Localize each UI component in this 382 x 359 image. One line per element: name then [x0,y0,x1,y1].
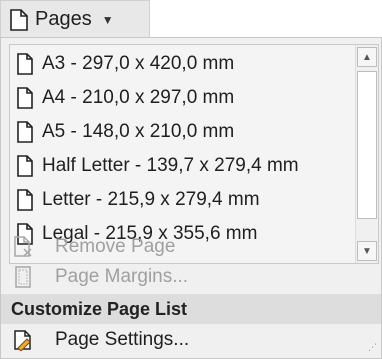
page-settings-label: Page Settings... [55,329,190,350]
page-size-label: A3 - 297,0 x 420,0 mm [42,53,235,74]
scroll-up-arrow-icon[interactable]: ▲ [357,47,377,67]
scroll-down-arrow-icon[interactable]: ▼ [357,241,377,261]
page-size-item-half-letter[interactable]: Half Letter - 139,7 x 279,4 mm [12,151,352,181]
page-icon [17,189,33,211]
page-icon [10,8,28,31]
page-icon [17,155,33,177]
page-size-label: A5 - 148,0 x 210,0 mm [42,121,235,142]
page-margins-label: Page Margins... [55,266,189,287]
page-settings-menu-item[interactable]: Page Settings... [9,325,189,355]
pages-dropdown-root: Pages ▼ A3 - 297,0 x 420,0 mm A4 - 210,0… [0,0,382,359]
page-icon [17,121,33,143]
page-list-scrollbar[interactable]: ▲ ▼ [355,45,378,263]
page-size-label: A4 - 210,0 x 297,0 mm [42,87,235,108]
remove-page-icon [14,236,32,257]
page-size-item-a3[interactable]: A3 - 297,0 x 420,0 mm [12,49,352,79]
customize-page-list-header: Customize Page List [1,294,381,324]
chevron-down-icon: ▼ [101,12,114,27]
page-size-item-a5[interactable]: A5 - 148,0 x 210,0 mm [12,117,352,147]
page-margins-menu-item[interactable]: Page Margins... [9,262,188,292]
page-size-label: Half Letter - 139,7 x 279,4 mm [42,155,299,176]
page-icon [17,53,33,75]
resize-grip-icon[interactable]: ⋰ [368,343,378,355]
scroll-thumb[interactable] [357,71,377,219]
page-size-item-letter[interactable]: Letter - 215,9 x 279,4 mm [12,185,352,215]
pages-button-label: Pages [35,8,92,30]
page-icon [17,87,33,109]
page-margins-icon [15,266,31,288]
page-size-item-a4[interactable]: A4 - 210,0 x 297,0 mm [12,83,352,113]
pages-button[interactable]: Pages ▼ [0,0,150,38]
remove-page-menu-item[interactable]: Remove Page [9,232,175,262]
page-settings-icon [14,330,31,351]
remove-page-label: Remove Page [55,236,176,257]
pages-dropdown-panel: A3 - 297,0 x 420,0 mm A4 - 210,0 x 297,0… [0,37,382,359]
page-size-list[interactable]: A3 - 297,0 x 420,0 mm A4 - 210,0 x 297,0… [9,44,379,264]
page-size-label: Letter - 215,9 x 279,4 mm [42,189,260,210]
